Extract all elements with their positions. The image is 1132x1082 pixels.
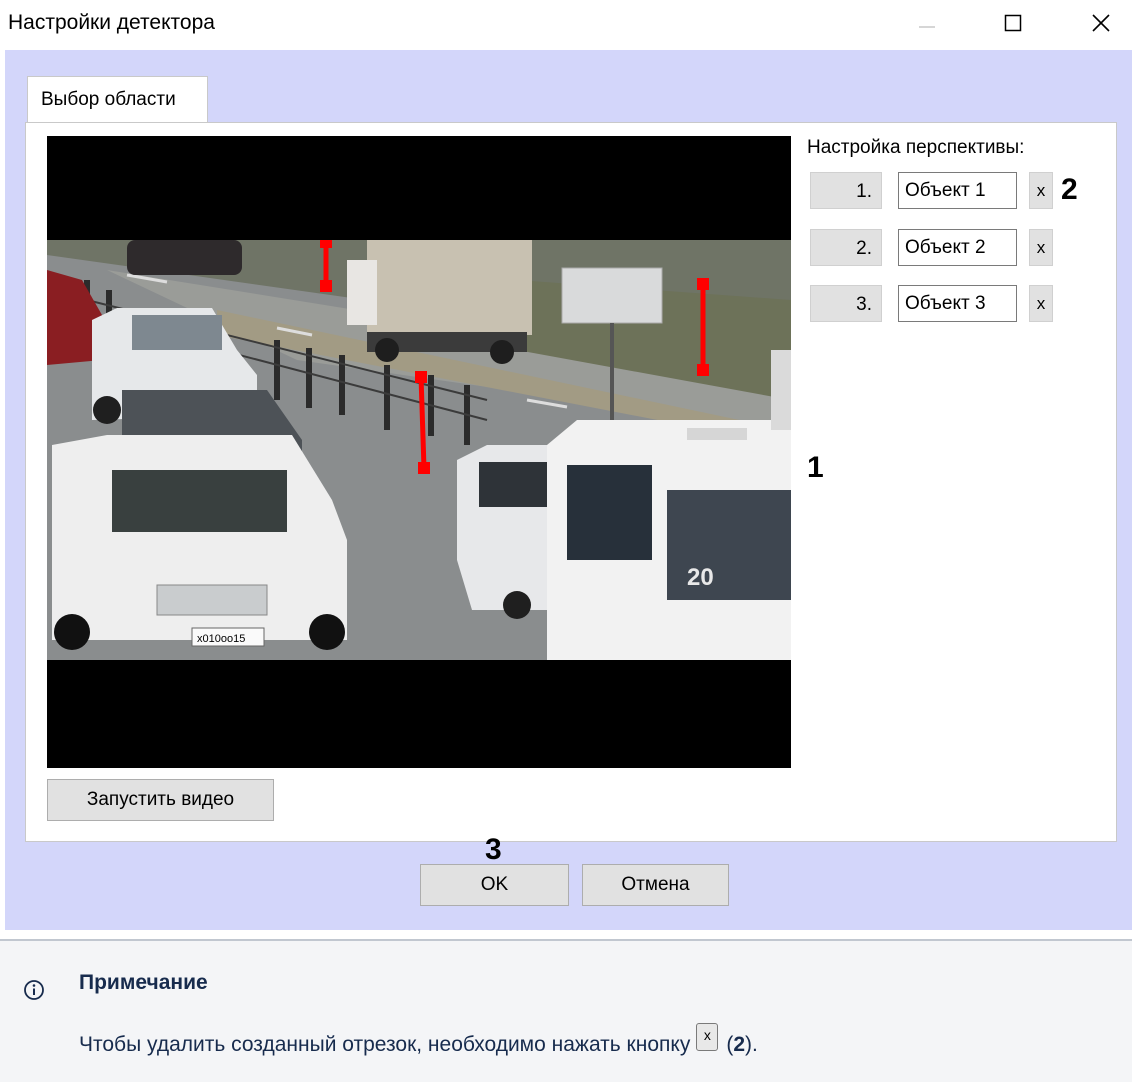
minimize-icon: [919, 26, 935, 28]
detector-settings-window: Настройки детектора Выбор области x010oo…: [0, 0, 1132, 930]
callout-3: 3: [485, 833, 502, 866]
perspective-title: Настройка перспективы:: [807, 137, 1025, 158]
note-text-open: (: [726, 1033, 734, 1056]
info-icon: [24, 980, 44, 1000]
cancel-button[interactable]: Отмена: [582, 864, 729, 906]
object-3-number-button[interactable]: 3.: [810, 285, 882, 322]
minimize-button[interactable]: [904, 0, 950, 46]
object-1-number-button[interactable]: 1.: [810, 172, 882, 209]
callout-2: 2: [1061, 173, 1078, 206]
close-button[interactable]: [1078, 0, 1124, 46]
tab-area-selection[interactable]: Выбор области: [27, 76, 208, 123]
note-text-after: ).: [745, 1033, 758, 1056]
route-number: 20: [687, 564, 714, 591]
object-3-delete-button[interactable]: x: [1029, 285, 1053, 322]
note-panel: Примечание Чтобы удалить созданный отрез…: [0, 939, 1132, 1082]
maximize-icon: [1004, 14, 1022, 32]
note-text-before: Чтобы удалить созданный отрезок, необход…: [79, 1033, 691, 1056]
note-title: Примечание: [79, 971, 208, 994]
callout-1: 1: [807, 451, 824, 484]
object-2-delete-button[interactable]: x: [1029, 229, 1053, 266]
window-title: Настройки детектора: [8, 11, 215, 34]
object-3-name-field[interactable]: Объект 3: [898, 285, 1017, 322]
object-2-name-field[interactable]: Объект 2: [898, 229, 1017, 266]
plate-text: x010oo15: [197, 633, 245, 645]
ok-button[interactable]: OK: [420, 864, 569, 906]
title-bar: Настройки детектора: [0, 0, 1132, 50]
close-icon: [1092, 14, 1110, 32]
object-1-delete-button[interactable]: x: [1029, 172, 1053, 209]
note-text: Чтобы удалить созданный отрезок, необход…: [79, 1023, 758, 1057]
note-text-ref: 2: [733, 1033, 746, 1056]
camera-image[interactable]: x010oo15 20: [47, 240, 791, 660]
maximize-button[interactable]: [990, 0, 1036, 46]
delete-button-icon: x: [696, 1023, 719, 1051]
start-video-button[interactable]: Запустить видео: [47, 779, 274, 821]
object-1-name-field[interactable]: Объект 1: [898, 172, 1017, 209]
object-2-number-button[interactable]: 2.: [810, 229, 882, 266]
